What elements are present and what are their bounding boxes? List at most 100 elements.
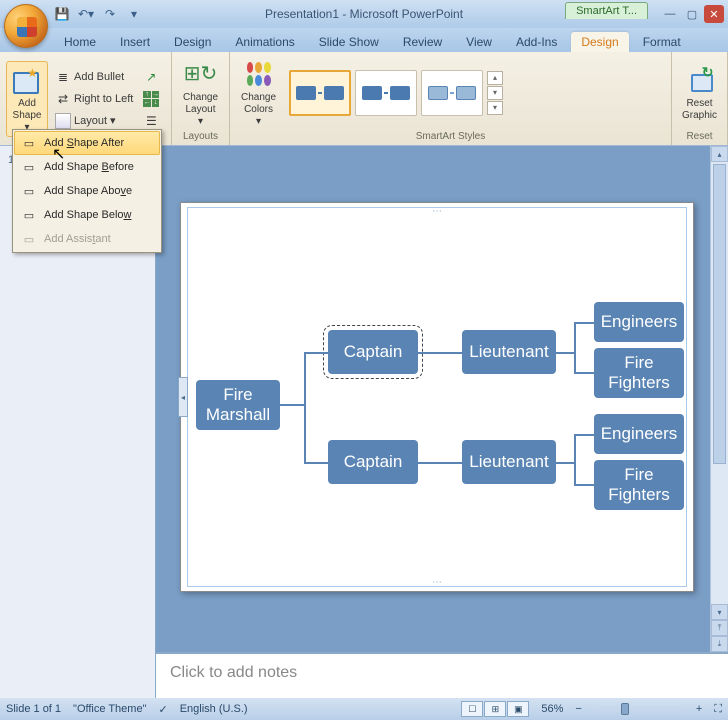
connector	[574, 322, 576, 374]
reset-graphic-button[interactable]: ResetGraphic	[677, 61, 722, 125]
normal-view-button[interactable]: ☐	[461, 701, 483, 717]
zoom-in-button[interactable]: +	[696, 703, 702, 715]
vertical-scrollbar[interactable]: ▴ ▾ ⤒ ⤓	[710, 146, 728, 652]
node-captain-1[interactable]: Captain	[328, 330, 418, 374]
scroll-up-button[interactable]: ▴	[711, 146, 728, 162]
connector	[304, 352, 328, 354]
zoom-slider[interactable]	[594, 707, 684, 711]
zoom-slider-thumb[interactable]	[621, 703, 629, 715]
connector	[304, 352, 306, 462]
slide-canvas[interactable]: ◂ FireMarshall Captain Captain Lieutenan…	[180, 202, 694, 592]
close-button[interactable]: ✕	[704, 5, 724, 23]
promote-button[interactable]: ↗	[140, 67, 162, 87]
minimize-button[interactable]: —	[660, 5, 680, 23]
status-language[interactable]: English (U.S.)	[180, 703, 248, 715]
node-firefighters-1[interactable]: FireFighters	[594, 348, 684, 398]
undo-icon[interactable]: ↶▾	[78, 6, 94, 22]
node-lieutenant-1[interactable]: Lieutenant	[462, 330, 556, 374]
tab-review[interactable]: Review	[393, 32, 452, 52]
connector	[304, 462, 328, 464]
add-above-icon: ▭	[20, 182, 38, 200]
text-pane-toggle[interactable]: ◂	[178, 377, 188, 417]
text-pane-icon: ☰	[143, 113, 159, 129]
add-shape-above-item[interactable]: ▭Add Shape Above	[14, 179, 160, 203]
smartart-frame[interactable]: ◂ FireMarshall Captain Captain Lieutenan…	[187, 207, 687, 587]
text-pane-button[interactable]: ☰	[140, 111, 162, 131]
rtl-icon: ⇄	[55, 91, 71, 107]
redo-icon[interactable]: ↷	[102, 6, 118, 22]
add-bullet-button[interactable]: ≣Add Bullet	[52, 67, 136, 87]
canvas-area: ◂ FireMarshall Captain Captain Lieutenan…	[156, 146, 728, 698]
add-shape-dropdown: ▭Add Shape After ▭Add Shape Before ▭Add …	[12, 129, 162, 253]
slideshow-view-button[interactable]: ▣	[507, 701, 529, 717]
styles-group-label: SmartArt Styles	[236, 131, 665, 143]
tab-animations[interactable]: Animations	[225, 32, 304, 52]
scroll-thumb[interactable]	[713, 164, 726, 464]
tab-smartart-format[interactable]: Format	[633, 32, 691, 52]
fit-to-window-button[interactable]: ⛶	[714, 703, 722, 716]
reset-graphic-icon	[684, 64, 716, 96]
connector	[418, 352, 462, 354]
right-to-left-button[interactable]: ⇄Right to Left	[52, 89, 136, 109]
tab-design[interactable]: Design	[164, 32, 221, 52]
node-captain-2[interactable]: Captain	[328, 440, 418, 484]
connector	[556, 462, 574, 464]
spellcheck-icon[interactable]: ✓	[158, 703, 167, 716]
tab-slideshow[interactable]: Slide Show	[309, 32, 389, 52]
node-firefighters-2[interactable]: FireFighters	[594, 460, 684, 510]
status-slide: Slide 1 of 1	[6, 703, 61, 715]
add-shape-after-item[interactable]: ▭Add Shape After	[14, 131, 160, 155]
style-thumb-2[interactable]	[355, 70, 417, 116]
tab-smartart-design[interactable]: Design	[571, 32, 628, 52]
layout-button[interactable]: Layout▾	[52, 111, 136, 131]
node-engineers-2[interactable]: Engineers	[594, 414, 684, 454]
scroll-down-button[interactable]: ▾	[711, 604, 728, 620]
zoom-out-button[interactable]: −	[575, 703, 581, 715]
connector	[574, 322, 594, 324]
add-shape-below-item[interactable]: ▭Add Shape Below	[14, 203, 160, 227]
node-lieutenant-2[interactable]: Lieutenant	[462, 440, 556, 484]
qat-more-icon[interactable]: ▾	[126, 6, 142, 22]
window-title: Presentation1 - Microsoft PowerPoint	[265, 7, 463, 21]
title-bar: 💾 ↶▾ ↷ ▾ Presentation1 - Microsoft Power…	[0, 0, 728, 28]
maximize-button[interactable]: ▢	[682, 5, 702, 23]
change-colors-button[interactable]: ChangeColors▾	[236, 55, 281, 131]
change-layout-button[interactable]: ⊞↻ ChangeLayout▾	[178, 55, 223, 131]
change-layout-icon: ⊞↻	[185, 58, 217, 90]
gallery-more-button[interactable]: ▾	[487, 101, 503, 115]
next-slide-button[interactable]: ⤓	[711, 636, 728, 652]
tab-addins[interactable]: Add-Ins	[506, 32, 567, 52]
sorter-view-button[interactable]: ⊞	[484, 701, 506, 717]
save-icon[interactable]: 💾	[54, 6, 70, 22]
zoom-level[interactable]: 56%	[541, 703, 563, 715]
add-below-icon: ▭	[20, 206, 38, 224]
tab-insert[interactable]: Insert	[110, 32, 160, 52]
status-bar: Slide 1 of 1 "Office Theme" ✓ English (U…	[0, 698, 728, 720]
node-fire-marshall[interactable]: FireMarshall	[196, 380, 280, 430]
promote-icon: ↗	[143, 69, 159, 85]
layouts-group-label: Layouts	[178, 131, 223, 143]
office-button[interactable]	[4, 4, 48, 48]
add-shape-button[interactable]: AddShape▾	[6, 61, 48, 137]
contextual-tab-smartart[interactable]: SmartArt T...	[565, 2, 648, 19]
connector	[574, 372, 594, 374]
prev-slide-button[interactable]: ⤒	[711, 620, 728, 636]
reset-group-label: Reset	[678, 131, 721, 143]
notes-pane[interactable]: Click to add notes	[156, 652, 728, 698]
connector	[574, 434, 576, 486]
tab-view[interactable]: View	[456, 32, 502, 52]
ribbon-group-smartart-styles: ChangeColors▾ ▴ ▾ ▾ SmartArt Styles	[230, 52, 672, 145]
node-engineers-1[interactable]: Engineers	[594, 302, 684, 342]
window-controls: — ▢ ✕	[658, 5, 724, 23]
style-thumb-3[interactable]	[421, 70, 483, 116]
ribbon-group-layouts: ⊞↻ ChangeLayout▾ Layouts	[172, 52, 230, 145]
layout-icon	[55, 113, 71, 129]
add-shape-before-item[interactable]: ▭Add Shape Before	[14, 155, 160, 179]
tab-home[interactable]: Home	[54, 32, 106, 52]
demote-button[interactable]: ↑→←↓	[140, 89, 162, 109]
connector	[574, 484, 594, 486]
gallery-down-button[interactable]: ▾	[487, 86, 503, 100]
gallery-up-button[interactable]: ▴	[487, 71, 503, 85]
style-thumb-1[interactable]	[289, 70, 351, 116]
status-theme: "Office Theme"	[73, 703, 146, 715]
